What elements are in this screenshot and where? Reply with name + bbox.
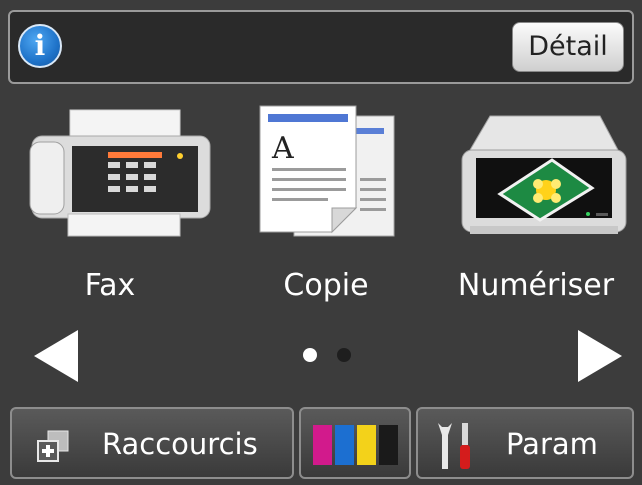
previous-arrow-icon[interactable]: [34, 330, 78, 382]
lcd-screen: i Détail Fax A Copie Numériser Raccourci…: [0, 0, 642, 485]
settings-button[interactable]: Param: [416, 407, 634, 479]
ink-cartridges-icon: [313, 425, 398, 465]
copy-label: Copie: [283, 268, 369, 303]
shortcuts-button[interactable]: Raccourcis: [10, 407, 294, 479]
next-arrow-icon[interactable]: [578, 330, 622, 382]
status-bar: i Détail: [8, 10, 634, 84]
info-icon[interactable]: i: [18, 24, 62, 68]
scan-label: Numériser: [457, 268, 615, 303]
detail-button[interactable]: Détail: [512, 22, 624, 72]
ink-levels-button[interactable]: [299, 407, 411, 479]
scanner-icon: [461, 115, 627, 234]
shortcuts-label: Raccourcis: [102, 427, 258, 461]
copy-icon-letter: A: [271, 131, 294, 166]
fax-label: Fax: [84, 268, 136, 303]
page-dot-1: [303, 348, 317, 362]
copy-documents-icon: A: [259, 105, 395, 237]
settings-label: Param: [506, 427, 598, 461]
fax-machine-icon: [29, 109, 211, 237]
shortcuts-icon: [37, 430, 69, 462]
page-dot-2: [337, 348, 351, 362]
settings-tools-icon: [438, 423, 470, 469]
